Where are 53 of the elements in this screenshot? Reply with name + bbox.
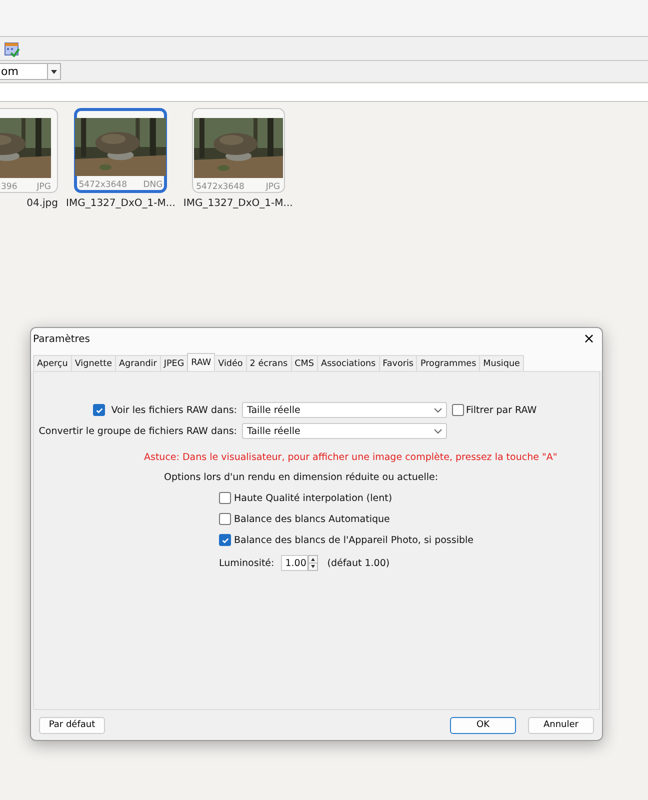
tab[interactable]: Agrandir xyxy=(115,355,161,371)
dialog-button[interactable]: Annuler xyxy=(528,716,594,734)
checkbox-label: Balance des blancs de l'Appareil Photo, si possible xyxy=(234,534,474,546)
folder-combo[interactable]: om xyxy=(0,63,61,80)
dialog-button[interactable]: Par défaut xyxy=(39,716,105,734)
checkbox[interactable] xyxy=(219,513,231,525)
check-icon xyxy=(94,406,104,414)
tab[interactable]: JPEG xyxy=(160,355,188,371)
image-dimensions: 5472x3648 xyxy=(78,180,127,190)
check-icon xyxy=(220,536,230,544)
dialog-title: Paramètres xyxy=(33,334,90,344)
checkbox-label: Filtrer par RAW xyxy=(466,404,537,416)
field-label: Voir les fichiers RAW dans: xyxy=(111,404,237,416)
checkbox-label: Haute Qualité interpolation (lent) xyxy=(234,492,392,504)
address-field[interactable] xyxy=(0,84,648,102)
calendar-check-icon[interactable] xyxy=(4,40,20,56)
checkbox[interactable] xyxy=(219,534,231,546)
tab[interactable]: Musique xyxy=(479,355,524,371)
dialog-button[interactable]: OK xyxy=(450,716,516,734)
image-format: JPG xyxy=(266,182,280,192)
chevron-icon xyxy=(434,428,442,434)
image-format: JPG xyxy=(36,182,51,192)
tip-text: Astuce: Dans le visualisateur, pour afficher une image complète, pressez la touche "A" xyxy=(144,452,558,463)
checkbox[interactable] xyxy=(93,404,106,416)
chevron-icon xyxy=(434,408,442,412)
view-raw-select[interactable]: Taille réelle xyxy=(242,402,447,418)
checkbox-label: Balance des blancs Automatique xyxy=(234,514,390,524)
image-format: DNG xyxy=(143,180,163,190)
tab[interactable]: Favoris xyxy=(378,355,418,371)
thumbnail-card[interactable]: 396 JPG xyxy=(0,108,58,193)
spin-arrows-icon[interactable] xyxy=(308,555,318,571)
tab[interactable]: Vidéo xyxy=(214,355,247,371)
dropdown-arrow-icon xyxy=(51,70,57,74)
tab[interactable]: Aperçu xyxy=(33,355,72,371)
tab[interactable]: CMS xyxy=(290,355,318,371)
tab[interactable]: Programmes xyxy=(416,355,480,371)
tab[interactable]: RAW xyxy=(187,353,216,371)
options-heading: Options lors d'un rendu en dimension réduite ou actuelle: xyxy=(164,472,440,483)
image-dimensions: 5472x3648 xyxy=(196,182,244,192)
file-name: IMG_1327_DxO_1-M... xyxy=(66,198,176,209)
field-label: Luminosité: xyxy=(219,558,274,568)
default-value-text: (défaut 1.00) xyxy=(327,558,390,568)
tab[interactable]: 2 écrans xyxy=(246,355,292,371)
convert-raw-select[interactable]: Taille réelle xyxy=(242,423,447,439)
checkbox[interactable] xyxy=(219,492,231,504)
tab[interactable]: Vignette xyxy=(70,355,116,371)
close-button[interactable]: × xyxy=(576,329,602,349)
file-name: 04.jpg xyxy=(26,198,58,209)
checkbox[interactable] xyxy=(452,404,464,416)
image-dimensions: 396 xyxy=(1,182,18,192)
file-name: IMG_1327_DxO_1-M... xyxy=(183,198,293,209)
field-label: Convertir le groupe de fichiers RAW dans: xyxy=(38,426,237,436)
tab[interactable]: Associations xyxy=(316,355,380,371)
